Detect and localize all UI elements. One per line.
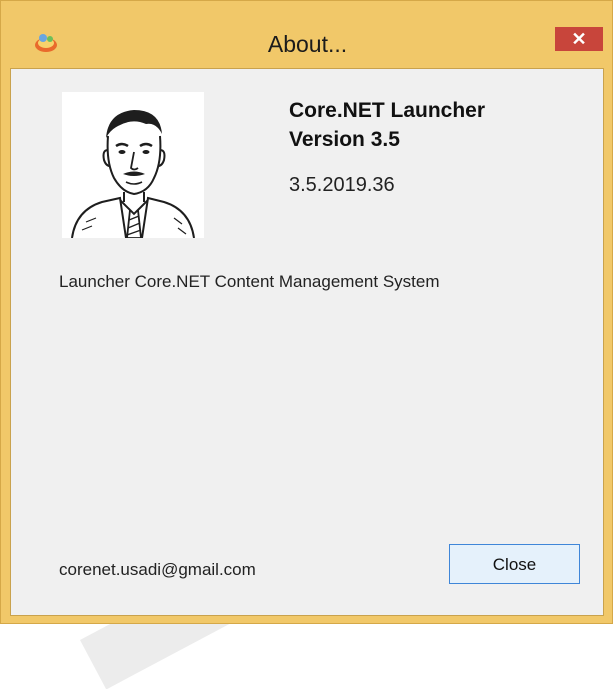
contact-email: corenet.usadi@gmail.com xyxy=(59,560,256,579)
close-icon: ✕ xyxy=(571,29,587,49)
build-number: 3.5.2019.36 xyxy=(289,174,395,196)
application-icon xyxy=(35,34,57,52)
author-portrait xyxy=(62,92,204,238)
dialog-content: Core.NET Launcher Version 3.5 3.5.2019.3… xyxy=(10,68,604,616)
about-dialog: About... ✕ Core.NET Launcher Version 3.5… xyxy=(0,0,613,624)
product-name: Core.NET Launcher xyxy=(289,99,486,122)
window-title: About... xyxy=(267,31,348,57)
window-close-button[interactable]: ✕ xyxy=(555,27,603,51)
product-version: Version 3.5 xyxy=(289,128,400,151)
product-title: Core.NET Launcher Version 3.5 xyxy=(289,96,485,154)
title-bar[interactable]: About... ✕ xyxy=(1,1,612,57)
close-button[interactable]: Close xyxy=(449,544,580,584)
product-description: Launcher Core.NET Content Management Sys… xyxy=(59,272,440,291)
